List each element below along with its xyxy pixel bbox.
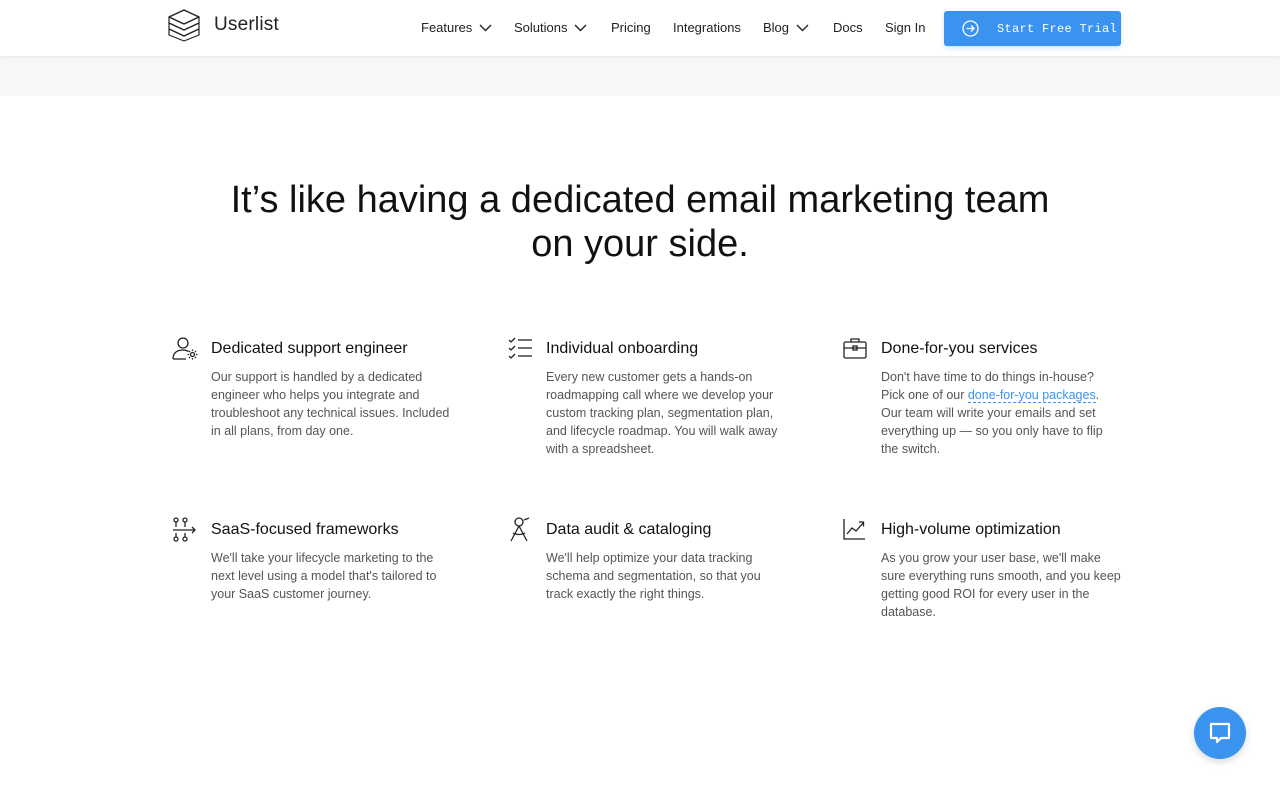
feature-description: Our support is handled by a dedicated en…: [211, 370, 450, 438]
done-for-you-packages-link[interactable]: done-for-you packages: [967, 388, 1096, 403]
chat-bubble-icon: [1209, 722, 1231, 744]
chart-up-icon: [843, 519, 865, 540]
nav-sign-in[interactable]: Sign In: [885, 19, 925, 37]
logo[interactable]: Userlist: [167, 8, 279, 42]
top-navbar: Userlist Features Solutions Pricing Inte…: [0, 0, 1280, 56]
nav-integrations[interactable]: Integrations: [673, 19, 741, 37]
chat-widget-button[interactable]: [1194, 707, 1246, 759]
nav-docs[interactable]: Docs: [833, 19, 863, 37]
checklist-icon: [508, 337, 532, 359]
nav-pricing-label: Pricing: [611, 20, 651, 35]
page-headline: It’s like having a dedicated email marke…: [190, 178, 1090, 266]
flow-icon: [173, 517, 196, 542]
feature-title: Individual onboarding: [546, 340, 699, 357]
chevron-down-icon: [479, 24, 492, 32]
nav-features-label: Features: [421, 20, 473, 35]
feature-title: Dedicated support engineer: [211, 340, 408, 357]
chevron-down-icon: [796, 24, 809, 32]
nav-solutions[interactable]: Solutions: [514, 19, 587, 37]
nav-blog-label: Blog: [763, 20, 790, 35]
nav-pricing[interactable]: Pricing: [611, 19, 651, 37]
user-gear-icon: [172, 337, 198, 360]
chevron-down-icon: [574, 24, 587, 32]
feature-description: Every new customer gets a hands-on roadm…: [546, 370, 778, 456]
person-compass-icon: [510, 517, 530, 542]
arrow-circle-icon: [962, 20, 979, 37]
headline-line-1: It’s like having a dedicated email marke…: [230, 179, 1050, 221]
gray-band: [0, 56, 1280, 96]
start-free-trial-button[interactable]: Start Free Trial: [944, 11, 1121, 46]
feature-title: High-volume optimization: [881, 521, 1061, 538]
feature-description: We'll take your lifecycle marketing to t…: [211, 551, 437, 601]
headline-line-2: on your side.: [531, 223, 749, 265]
briefcase-icon: [843, 338, 867, 359]
feature-title: Done-for-you services: [881, 340, 1038, 357]
feature-description: We'll help optimize your data tracking s…: [546, 551, 761, 601]
brand-name: Userlist: [214, 14, 279, 35]
nav-solutions-label: Solutions: [514, 20, 568, 35]
feature-description: As you grow your user base, we'll make s…: [881, 551, 1121, 619]
nav-sign-in-label: Sign In: [885, 20, 926, 35]
nav-features[interactable]: Features: [421, 19, 492, 37]
feature-description: Don't have time to do things in-house? P…: [881, 368, 1121, 458]
nav-blog[interactable]: Blog: [763, 19, 809, 37]
stacked-layers-icon: [168, 9, 200, 42]
feature-title: SaaS-focused frameworks: [211, 521, 399, 538]
feature-title: Data audit & cataloging: [546, 521, 712, 538]
nav-integrations-label: Integrations: [673, 20, 741, 35]
nav-docs-label: Docs: [833, 20, 863, 35]
cta-label: Start Free Trial: [997, 21, 1118, 36]
